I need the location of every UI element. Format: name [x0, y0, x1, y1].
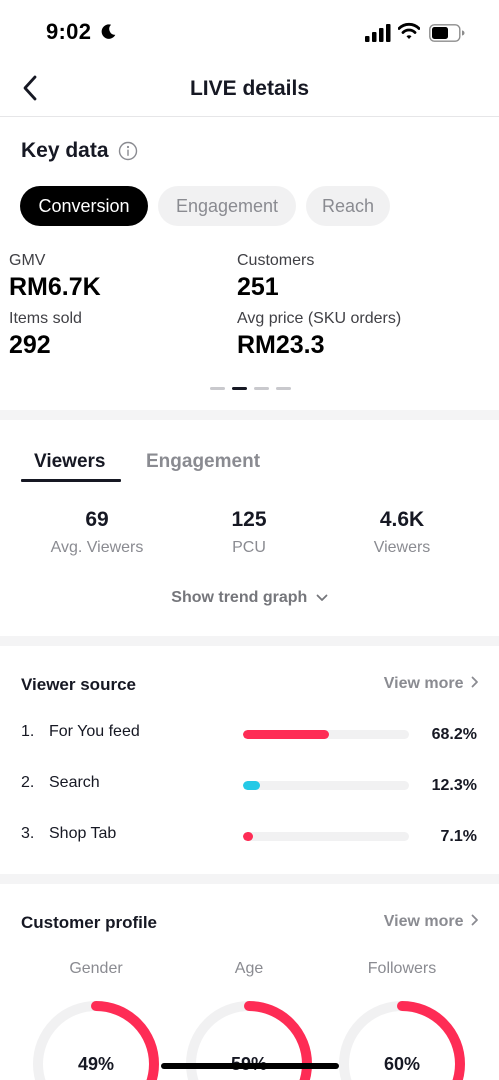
source-bar-fill	[243, 781, 260, 790]
status-bar: 9:02	[0, 0, 499, 64]
total-viewers-value: 4.6K	[379, 508, 425, 531]
page-indicator-dot	[276, 387, 291, 390]
show-trend-graph-label: Show trend graph	[171, 589, 308, 606]
cellular-signal-icon	[365, 24, 391, 42]
section-divider	[0, 874, 499, 884]
wifi-icon	[398, 22, 420, 39]
items-sold-value: 292	[9, 331, 51, 359]
customers-label: Customers	[237, 252, 315, 269]
source-name: Shop Tab	[49, 825, 117, 842]
view-more-label: View more	[383, 913, 464, 930]
source-percent: 68.2%	[431, 726, 477, 743]
avg-viewers-label: Avg. Viewers	[50, 539, 144, 556]
source-name: Search	[49, 774, 100, 791]
customer-profile-title: Customer profile	[21, 913, 158, 932]
key-data-title: Key data	[21, 139, 109, 162]
source-rank: 3.	[21, 825, 35, 842]
status-time: 9:02	[46, 19, 92, 44]
tab-conversion[interactable]: Conversion	[20, 186, 148, 226]
avg-price-value: RM23.3	[237, 331, 325, 359]
info-icon[interactable]	[118, 141, 138, 161]
page-indicator-dot	[210, 387, 225, 390]
followers-label: Followers	[367, 960, 437, 977]
source-bar-track	[243, 730, 409, 739]
moon-icon	[101, 24, 116, 39]
source-percent: 12.3%	[431, 777, 477, 794]
source-bar-fill	[243, 832, 253, 841]
home-indicator	[161, 1063, 339, 1069]
section-divider	[0, 410, 499, 420]
chevron-right-icon	[471, 914, 478, 926]
viewer-source-title: Viewer source	[21, 675, 136, 694]
source-bar-fill	[243, 730, 330, 739]
gender-percent: 49%	[77, 1054, 115, 1074]
page-indicator-dot	[254, 387, 269, 390]
source-rank: 2.	[21, 774, 35, 791]
avg-price-label: Avg price (SKU orders)	[237, 310, 402, 327]
source-percent: 7.1%	[440, 828, 477, 845]
source-bar-track	[243, 832, 409, 841]
customers-value: 251	[237, 273, 279, 301]
total-viewers-label: Viewers	[373, 539, 431, 556]
chevron-right-icon	[471, 676, 478, 688]
battery-icon	[429, 24, 465, 42]
tab-viewers[interactable]: Viewers	[34, 451, 105, 473]
active-tab-underline	[21, 479, 121, 482]
show-trend-graph-link[interactable]: Show trend graph	[0, 589, 499, 607]
tab-engagement[interactable]: Engagement	[158, 186, 296, 226]
section-divider	[0, 636, 499, 646]
source-bar-track	[243, 781, 409, 790]
gender-label: Gender	[69, 960, 123, 977]
pcu-label: PCU	[232, 539, 266, 556]
pcu-value: 125	[231, 508, 267, 531]
gmv-value: RM6.7K	[9, 273, 101, 301]
avg-viewers-value: 69	[85, 508, 109, 531]
source-name: For You feed	[49, 723, 140, 740]
nav-bar: LIVE details	[0, 64, 499, 117]
page-indicator-dot-active	[232, 387, 247, 390]
age-label: Age	[234, 960, 264, 977]
viewer-source-view-more-link[interactable]: View more	[384, 675, 479, 693]
page-title: LIVE details	[189, 77, 310, 100]
tab-reach[interactable]: Reach	[306, 186, 390, 226]
tab-viewer-engagement[interactable]: Engagement	[146, 451, 260, 473]
items-sold-label: Items sold	[9, 310, 82, 327]
gmv-label: GMV	[9, 252, 46, 269]
source-rank: 1.	[21, 723, 35, 740]
chevron-down-icon	[316, 594, 328, 601]
view-more-label: View more	[383, 675, 464, 692]
customer-profile-view-more-link[interactable]: View more	[384, 913, 479, 931]
followers-percent: 60%	[383, 1054, 421, 1074]
